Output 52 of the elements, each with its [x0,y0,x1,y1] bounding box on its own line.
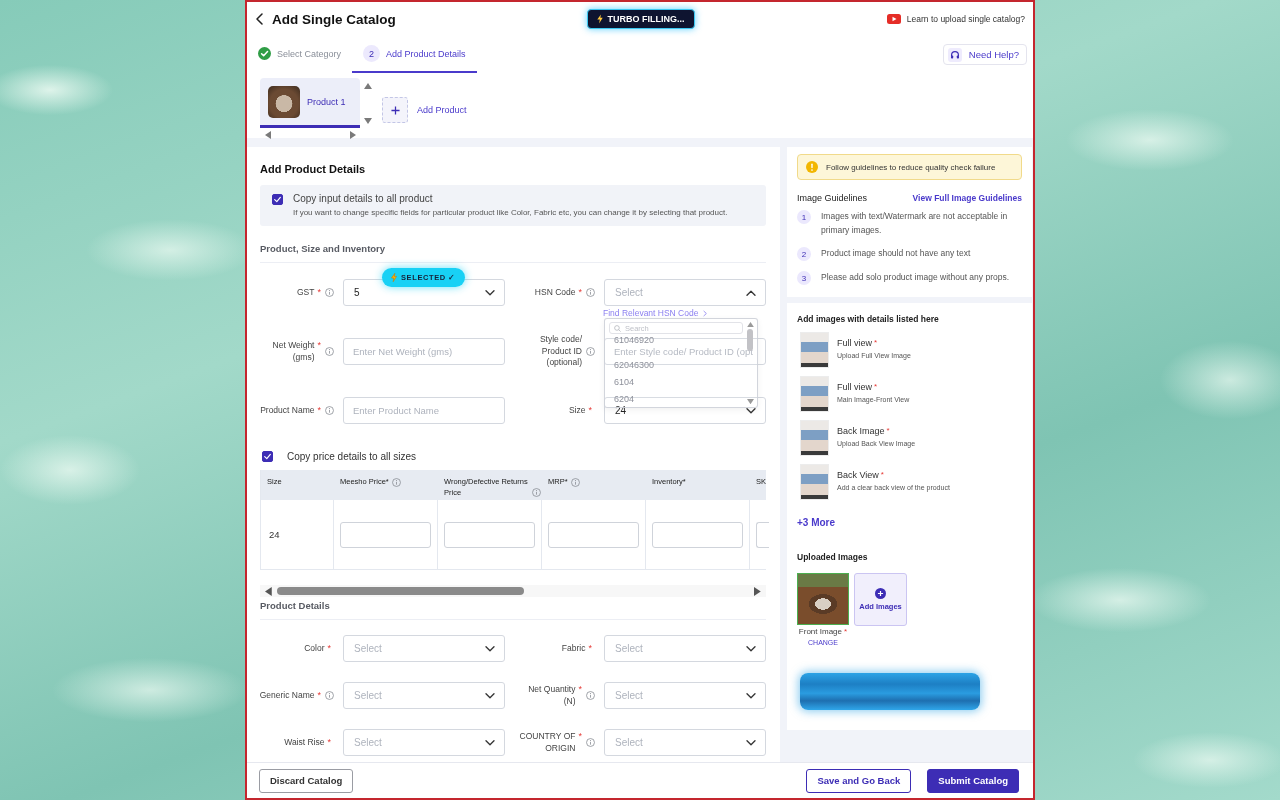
checkbox-label: Copy input details to all product [293,193,434,205]
required-mark: * [588,642,592,655]
checkbox-label: Copy price details to all sizes [287,450,416,462]
section-title: Add images with details listed here [797,314,939,324]
required-mark: * [317,404,321,417]
required-mark: * [578,684,582,696]
required-mark: * [327,736,331,749]
section-title: Product, Size and Inventory [260,243,387,255]
field-label: Generic Name [259,689,315,702]
section-heading: Add Product Details [260,163,367,176]
required-mark: * [880,470,884,479]
section-title: Product Details [260,600,331,612]
section-title: Image Guidelines [797,193,868,203]
slot-title: Back Image [837,426,885,436]
required-mark: * [578,731,582,743]
required-mark: * [317,286,321,299]
field-label: Product Name [260,404,315,417]
list-number: 3 [797,271,811,285]
list-number: 1 [797,210,811,224]
field-label: Waist Rise [284,736,325,749]
required-mark: * [588,404,592,417]
field-label: COUNTRY OF ORIGIN [518,731,576,754]
guideline-text: Images with text/Watermark are not acceptable in primary images. [821,210,1009,237]
required-mark: * [327,642,331,655]
slot-title: Back View [837,470,879,480]
step-number: 2 [363,45,381,62]
field-label: HSN Code [534,286,576,299]
field-label: GST [297,286,315,299]
guideline-text: Please add solo product image without any props. [821,271,1010,284]
section-title: Uploaded Images [797,552,868,562]
field-label: Fabric [561,642,586,655]
required-mark: * [317,340,321,352]
field-label: Color [304,642,325,655]
field-label: Net Quantity (N) [527,684,576,707]
field-label: Style code/ Product ID (optional) [538,334,582,369]
page-title: Add Single Catalog [272,11,396,27]
field-label: Net Weight (gms) [271,340,315,363]
slot-title: Full view [837,338,872,348]
field-label: Size [568,404,586,417]
notice-text: Follow guidelines to reduce quality check failure [826,162,996,172]
required-mark: * [886,426,890,435]
table-cell-text: 24 [268,529,280,540]
required-mark: * [844,627,848,636]
hint-text: If you want to change specific fields for particular product like Color, Fabric etc, you can change it by selecting that product. [293,207,728,218]
list-number: 2 [797,247,811,261]
required-mark: * [874,338,878,347]
slot-title: Full view [837,382,872,392]
image-label: Front Image [798,627,842,636]
required-mark: * [874,382,878,391]
required-mark: * [578,286,582,299]
guideline-text: Product image should not have any text [821,247,971,260]
required-mark: * [317,689,321,702]
